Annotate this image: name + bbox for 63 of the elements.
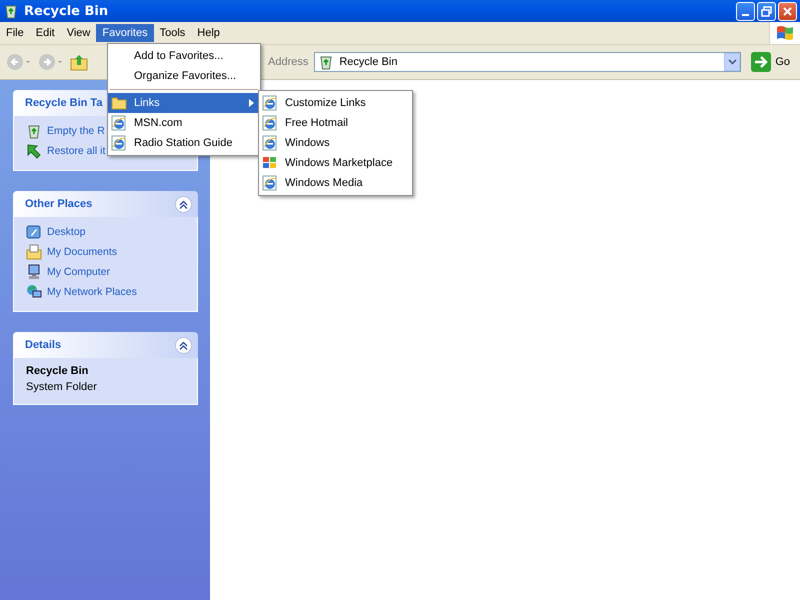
- internet-explorer-icon: [262, 95, 278, 111]
- menu-entry[interactable]: Links: [108, 93, 260, 113]
- close-button[interactable]: [778, 2, 797, 20]
- minimize-button[interactable]: [736, 2, 755, 20]
- collapse-button[interactable]: [175, 196, 192, 212]
- recycle-bin-icon: [3, 3, 19, 19]
- pane-link[interactable]: My Network Places: [47, 286, 137, 298]
- close-icon: [782, 6, 793, 16]
- windows-flag-icon: [775, 24, 795, 42]
- folder-icon: [26, 244, 42, 260]
- menu-entry[interactable]: Add to Favorites...: [108, 46, 260, 66]
- menu-entry[interactable]: Windows: [259, 133, 412, 153]
- pane-title: Other Places: [25, 198, 92, 210]
- pane-link[interactable]: Restore all it: [47, 145, 106, 157]
- windows-flag-icon: [262, 156, 278, 170]
- item-name: Recycle Bin: [26, 365, 90, 377]
- chevron-up-icon: [179, 200, 188, 208]
- desktop-icon: [26, 224, 42, 240]
- menu-item[interactable]: File: [0, 24, 30, 42]
- menu-entry[interactable]: MSN.com: [108, 113, 260, 133]
- internet-explorer-icon: [262, 135, 278, 151]
- pane-link[interactable]: Desktop: [47, 226, 86, 238]
- go-button[interactable]: Go: [747, 52, 794, 72]
- pane-link[interactable]: My Documents: [47, 246, 118, 258]
- menu-entry[interactable]: Free Hotmail: [259, 113, 412, 133]
- collapse-button[interactable]: [175, 336, 192, 354]
- pane-title: Details: [25, 339, 62, 351]
- arrow-icon: [26, 143, 42, 159]
- pane-header[interactable]: Other Places: [13, 191, 198, 217]
- pane-title: Recycle Bin Ta: [25, 97, 102, 109]
- internet-explorer-icon: [262, 175, 278, 191]
- internet-explorer-icon: [111, 135, 127, 151]
- computer-icon: [26, 264, 42, 280]
- menu-item[interactable]: View: [60, 24, 96, 42]
- menu-entry[interactable]: Organize Favorites...: [108, 66, 260, 86]
- window-title: Recycle Bin: [24, 4, 110, 18]
- internet-explorer-icon: [262, 115, 278, 131]
- menu-entry[interactable]: Windows Media: [259, 173, 412, 193]
- menu-item[interactable]: Favorites: [96, 24, 154, 42]
- menu-item[interactable]: Tools: [154, 24, 192, 42]
- chevron-down-icon: [728, 59, 737, 65]
- menu-entry[interactable]: Customize Links: [259, 93, 412, 113]
- recycle-bin-icon: [26, 123, 42, 139]
- pane-link[interactable]: My Computer: [47, 266, 110, 278]
- menu-entry[interactable]: Radio Station Guide: [108, 133, 260, 153]
- pane-link[interactable]: Empty the R: [47, 125, 105, 137]
- folder-icon: [111, 96, 127, 110]
- address-field[interactable]: Recycle Bin: [314, 52, 742, 72]
- chevron-up-icon: [179, 340, 188, 350]
- submenu-arrow-icon: [249, 99, 254, 107]
- network-computer-icon: [26, 284, 42, 300]
- restore-icon: [761, 6, 772, 16]
- recycle-bin-icon: [318, 54, 334, 70]
- pane-header[interactable]: Details: [13, 332, 198, 358]
- restore-button[interactable]: [757, 2, 776, 20]
- minimize-icon: [742, 14, 749, 16]
- menu-item[interactable]: Help: [191, 24, 226, 42]
- menu-item[interactable]: Edit: [30, 24, 61, 42]
- item-description: System Folder: [26, 381, 98, 393]
- menu-entry[interactable]: Windows Marketplace: [259, 153, 412, 173]
- address-label: Address: [268, 56, 308, 68]
- internet-explorer-icon: [111, 115, 127, 131]
- dropdown-button[interactable]: [724, 53, 740, 71]
